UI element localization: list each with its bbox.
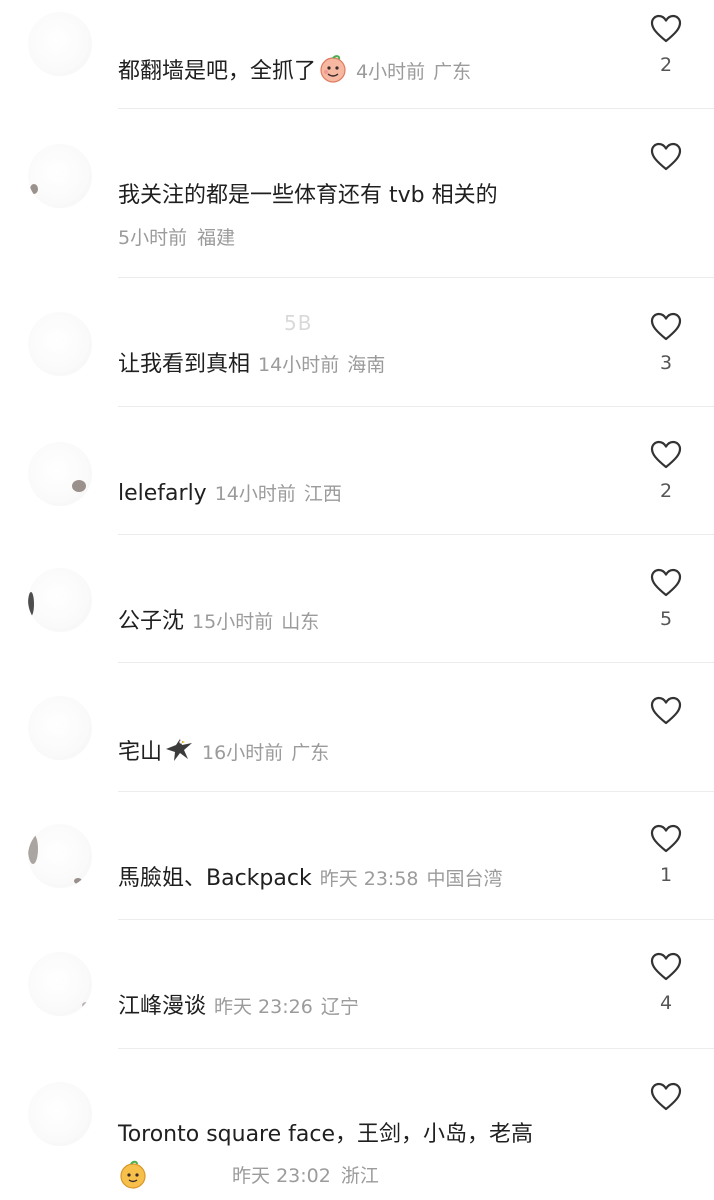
like-count: 1	[659, 864, 673, 886]
divider	[118, 791, 714, 792]
avatar[interactable]	[28, 144, 92, 208]
comment-text: 都翻墙是吧，全抓了	[118, 59, 317, 84]
divider	[118, 534, 714, 535]
comment-time: 15小时前	[192, 611, 274, 633]
comment-time: 4小时前	[356, 61, 426, 83]
heart-outline-icon	[650, 568, 682, 597]
comment-item: 馬臉姐、Backpack 昨天 23:58 中国台湾 1	[0, 812, 714, 940]
comment-text: lelefarly	[118, 481, 207, 506]
comment-item: Toronto square face，王剑，小岛，老高 昨天 23:02 浙江	[0, 1068, 714, 1196]
comment-location: 广东	[433, 61, 472, 83]
like-button[interactable]: 3	[648, 312, 684, 374]
comment-text: 公子沈	[118, 609, 185, 634]
like-button[interactable]	[648, 696, 684, 736]
comment-body[interactable]: 宅山 16小时前 广东	[118, 735, 624, 768]
heart-outline-icon	[650, 696, 682, 725]
comment-location: 江西	[303, 483, 342, 505]
like-count: 2	[659, 54, 673, 76]
comment-text: 我关注的都是一些体育还有 tvb 相关的	[118, 183, 498, 208]
comment-body[interactable]: 江峰漫谈 昨天 23:26 辽宁	[118, 992, 624, 1022]
avatar[interactable]	[28, 952, 92, 1016]
heart-outline-icon	[650, 824, 682, 853]
comment-time: 16小时前	[202, 742, 284, 764]
heart-outline-icon	[650, 952, 682, 981]
comment-text: 宅山	[118, 740, 163, 765]
divider	[118, 277, 714, 278]
like-button[interactable]	[648, 1082, 684, 1122]
avatar-detail	[28, 592, 34, 616]
heart-outline-icon	[650, 142, 682, 171]
mango-face-emoji-icon	[120, 1160, 146, 1189]
comment-body[interactable]: 都翻墙是吧，全抓了 4小时前 广东	[118, 54, 624, 87]
comment-time: 5小时前	[118, 227, 188, 249]
comment-meta: 昨天 23:02 浙江	[118, 1160, 379, 1190]
heart-outline-icon	[650, 14, 682, 43]
like-button[interactable]: 4	[648, 952, 684, 1014]
divider	[118, 662, 714, 663]
comment-item: 5B 让我看到真相 14小时前 海南 3	[0, 300, 714, 428]
comment-time: 14小时前	[214, 483, 296, 505]
avatar[interactable]	[28, 1082, 92, 1146]
divider	[118, 406, 714, 407]
comment-location: 中国台湾	[426, 868, 503, 890]
comment-meta: 5小时前 福建	[118, 225, 235, 251]
avatar[interactable]	[28, 568, 92, 632]
avatar[interactable]	[28, 696, 92, 760]
comment-username: 5B	[284, 311, 313, 335]
like-button[interactable]: 2	[648, 440, 684, 502]
comment-body[interactable]: 让我看到真相 14小时前 海南	[118, 350, 624, 380]
like-count: 5	[659, 608, 673, 630]
comment-location: 福建	[197, 227, 236, 249]
divider	[118, 919, 714, 920]
comment-time: 14小时前	[258, 354, 340, 376]
comment-item: lelefarly 14小时前 江西 2	[0, 428, 714, 556]
avatar[interactable]	[28, 12, 92, 76]
comment-time: 昨天 23:26	[214, 996, 313, 1018]
comment-location: 辽宁	[320, 996, 359, 1018]
comment-text: Toronto square face，王剑，小岛，老高	[118, 1122, 534, 1147]
comment-location: 浙江	[340, 1165, 379, 1187]
comment-list: 都翻墙是吧，全抓了 4小时前 广东 2 我关注的都是一些体育还有 tvb 相关的 5…	[0, 0, 714, 1200]
like-button[interactable]	[648, 142, 684, 182]
comment-body[interactable]: 公子沈 15小时前 山东	[118, 607, 624, 637]
comment-text: 让我看到真相	[118, 352, 251, 377]
like-count: 3	[659, 352, 673, 374]
avatar[interactable]	[28, 312, 92, 376]
avatar[interactable]	[28, 824, 92, 888]
divider	[118, 108, 714, 109]
comment-item: 宅山 16小时前 广东	[0, 684, 714, 812]
like-button[interactable]: 2	[648, 14, 684, 76]
comment-location: 广东	[291, 742, 330, 764]
comment-text: 江峰漫谈	[118, 994, 207, 1019]
avatar-detail	[74, 878, 82, 884]
comment-body[interactable]: lelefarly 14小时前 江西	[118, 479, 624, 509]
avatar[interactable]	[28, 442, 92, 506]
comment-time: 昨天 23:02	[232, 1165, 331, 1187]
divider	[118, 1048, 714, 1049]
comment-item: 公子沈 15小时前 山东 5	[0, 556, 714, 684]
comment-item: 我关注的都是一些体育还有 tvb 相关的 5小时前 福建	[0, 140, 714, 268]
avatar-detail	[82, 1002, 90, 1008]
comment-location: 山东	[281, 611, 320, 633]
heart-outline-icon	[650, 1082, 682, 1111]
avatar-detail	[78, 1140, 90, 1146]
comment-time: 昨天 23:58	[319, 868, 419, 890]
avatar-detail	[30, 184, 38, 194]
like-count: 4	[659, 992, 673, 1014]
like-button[interactable]: 5	[648, 568, 684, 630]
avatar-detail	[28, 834, 38, 864]
heart-outline-icon	[650, 312, 682, 341]
comment-body[interactable]: Toronto square face，王剑，小岛，老高	[118, 1120, 624, 1150]
heart-outline-icon	[650, 440, 682, 469]
comment-body[interactable]: 我关注的都是一些体育还有 tvb 相关的	[118, 181, 624, 211]
like-count: 2	[659, 480, 673, 502]
comment-location: 海南	[347, 354, 386, 376]
eagle-emoji-icon	[166, 739, 193, 761]
peach-face-emoji-icon	[320, 55, 346, 83]
like-button[interactable]: 1	[648, 824, 684, 886]
comment-body[interactable]: 馬臉姐、Backpack 昨天 23:58 中国台湾	[118, 864, 624, 894]
avatar-detail	[72, 480, 86, 492]
comment-text: 馬臉姐、Backpack	[118, 866, 312, 891]
